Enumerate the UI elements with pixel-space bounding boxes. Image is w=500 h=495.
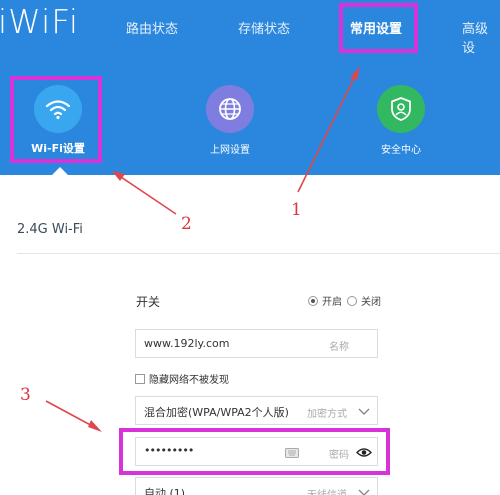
annotation-2: 2: [181, 214, 192, 234]
arrow-1-head: [350, 66, 360, 80]
arrow-1-line: [297, 69, 359, 193]
annotation-arrows: [45, 66, 360, 432]
arrow-3-head: [88, 420, 102, 432]
arrow-2-line: [117, 174, 177, 215]
annotation-3: 3: [20, 385, 31, 405]
arrow-2-head: [112, 171, 125, 181]
annotation-1: 1: [291, 200, 302, 220]
arrow-3-line: [45, 400, 97, 429]
